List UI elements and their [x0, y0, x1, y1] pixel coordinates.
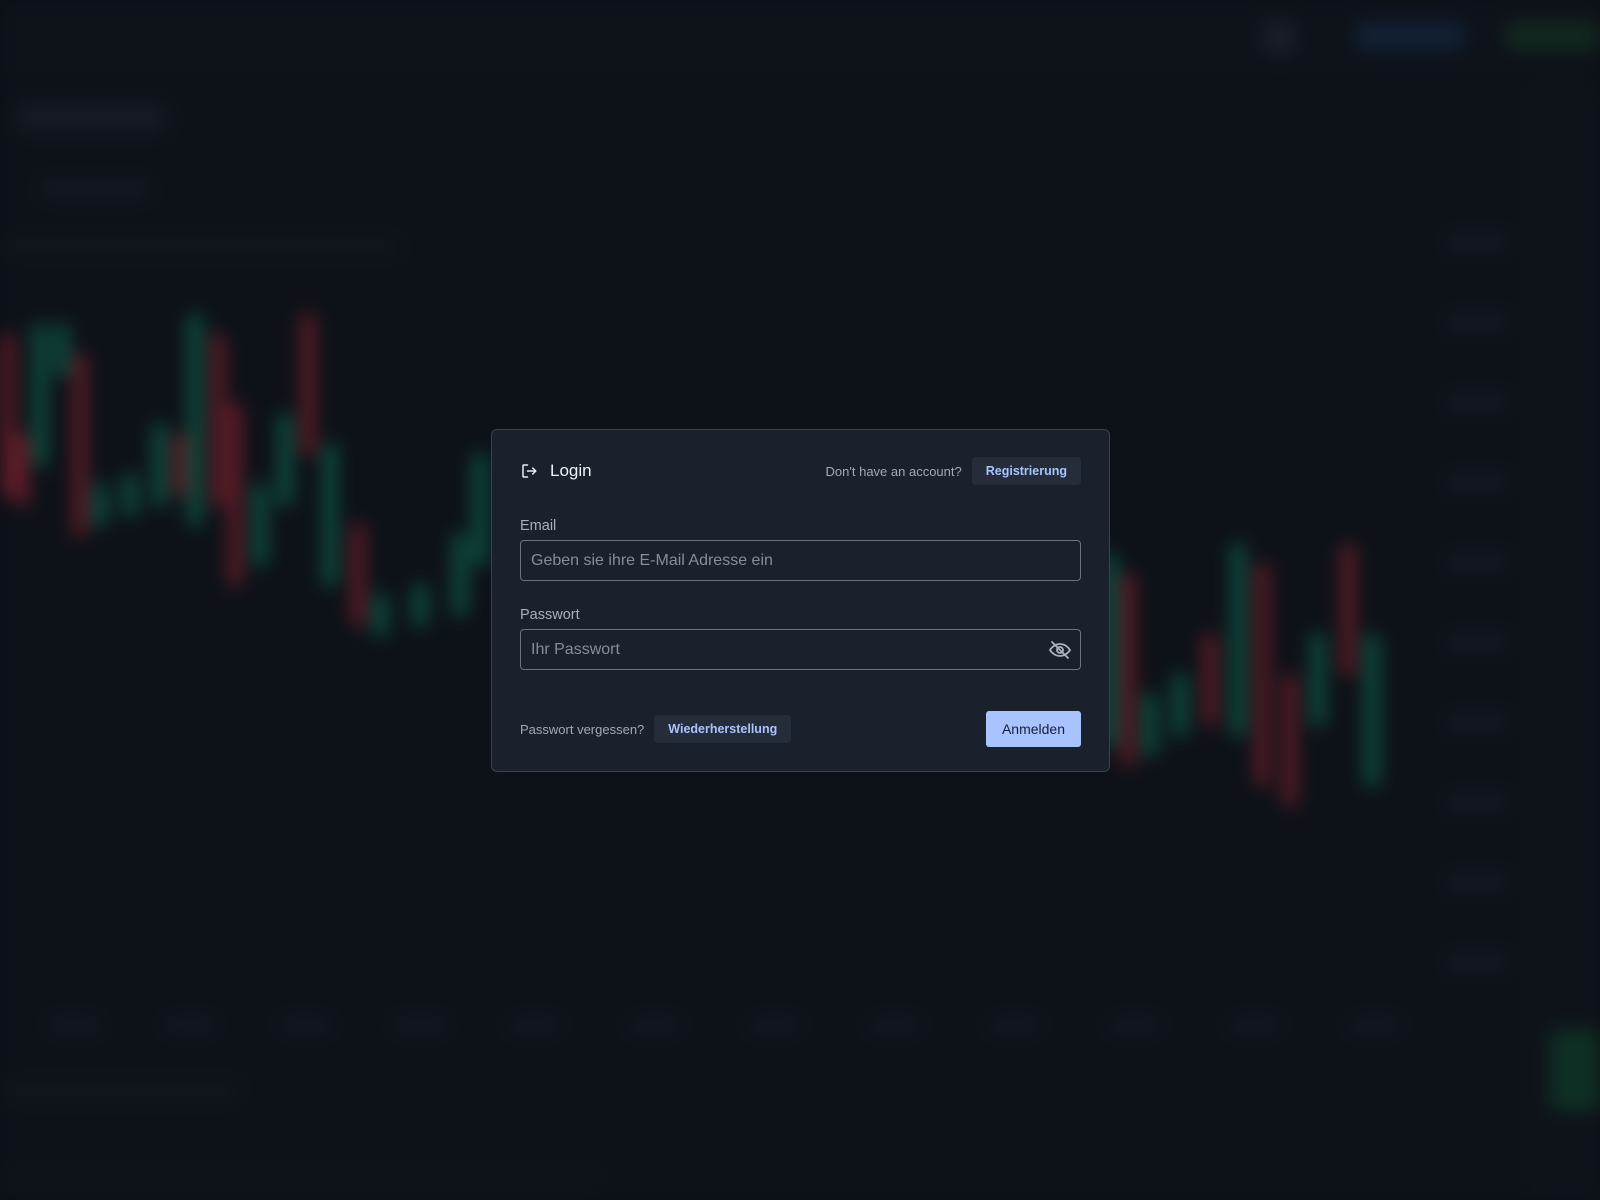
email-label: Email — [520, 518, 557, 534]
no-account-text: Don't have an account? — [825, 463, 962, 479]
email-field[interactable] — [529, 550, 1072, 571]
password-field[interactable] — [529, 639, 1048, 660]
password-field-box — [520, 629, 1081, 670]
dialog-title-group: Login — [520, 461, 592, 481]
forgot-password-text: Passwort vergessen? — [520, 721, 645, 737]
email-field-box — [520, 540, 1081, 581]
login-icon — [520, 462, 538, 480]
register-group: Don't have an account? Registrierung — [826, 457, 1081, 485]
forgot-password-group: Passwort vergessen? Wiederherstellung — [520, 715, 792, 743]
login-submit-button[interactable]: Anmelden — [985, 711, 1081, 747]
recovery-button[interactable]: Wiederherstellung — [654, 715, 792, 743]
dialog-title: Login — [550, 461, 592, 480]
password-label: Passwort — [520, 607, 580, 623]
eye-off-icon[interactable] — [1048, 638, 1072, 662]
login-dialog: Login Don't have an account? Registrieru… — [491, 429, 1110, 772]
dialog-header: Login Don't have an account? Registrieru… — [520, 456, 1081, 486]
register-button[interactable]: Registrierung — [971, 457, 1081, 485]
dialog-footer: Passwort vergessen? Wiederherstellung An… — [520, 711, 1081, 747]
